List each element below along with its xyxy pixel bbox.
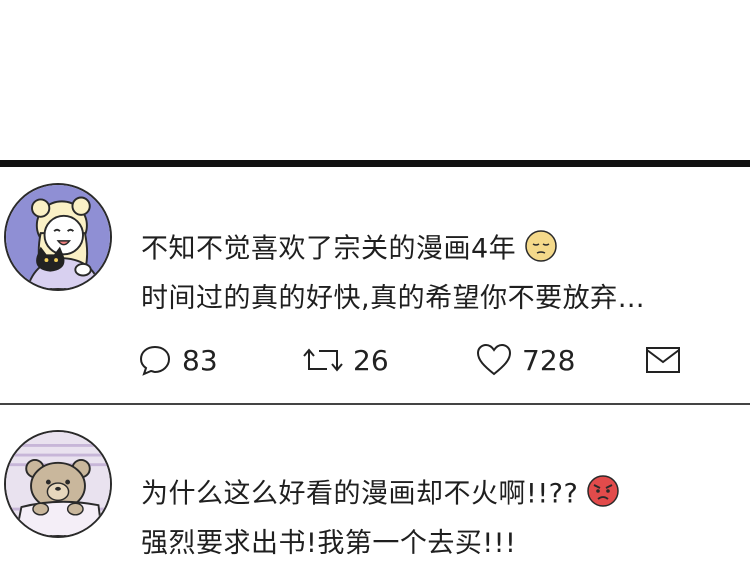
- avatar[interactable]: [4, 430, 112, 538]
- comment-count-button[interactable]: 83: [138, 340, 218, 380]
- comment-text-line1: 不知不觉喜欢了宗关的漫画4年: [141, 229, 558, 271]
- heart-icon: [476, 343, 512, 376]
- avatar[interactable]: [4, 183, 112, 291]
- top-divider: [0, 160, 750, 167]
- envelope-icon: [646, 347, 680, 373]
- message-button[interactable]: [645, 340, 691, 380]
- like-count-button[interactable]: 728: [476, 340, 575, 380]
- comment-divider: [0, 403, 750, 405]
- repost-count-button[interactable]: 26: [303, 340, 389, 380]
- comment-text-line2: 强烈要求出书!我第一个去买!!!: [141, 528, 517, 559]
- avatar-girl-with-cat: [6, 185, 110, 289]
- avatar-bear: [6, 432, 110, 536]
- angry-face-icon: [586, 474, 620, 516]
- comment-text-line1: 为什么这么好看的漫画却不火啊!!??: [141, 474, 620, 516]
- repost-count: 26: [353, 343, 389, 377]
- like-count: 728: [522, 343, 576, 377]
- comment-bubble-icon: [139, 345, 171, 376]
- comment-text: 为什么这么好看的漫画却不火啊!!??: [141, 478, 579, 510]
- comment-text-line2: 时间过的真的好快,真的希望你不要放弃…: [141, 283, 646, 314]
- comment-count: 83: [182, 343, 218, 377]
- repost-icon: [303, 348, 343, 372]
- comment-text: 不知不觉喜欢了宗关的漫画4年: [141, 233, 517, 265]
- pensive-face-icon: [524, 229, 558, 271]
